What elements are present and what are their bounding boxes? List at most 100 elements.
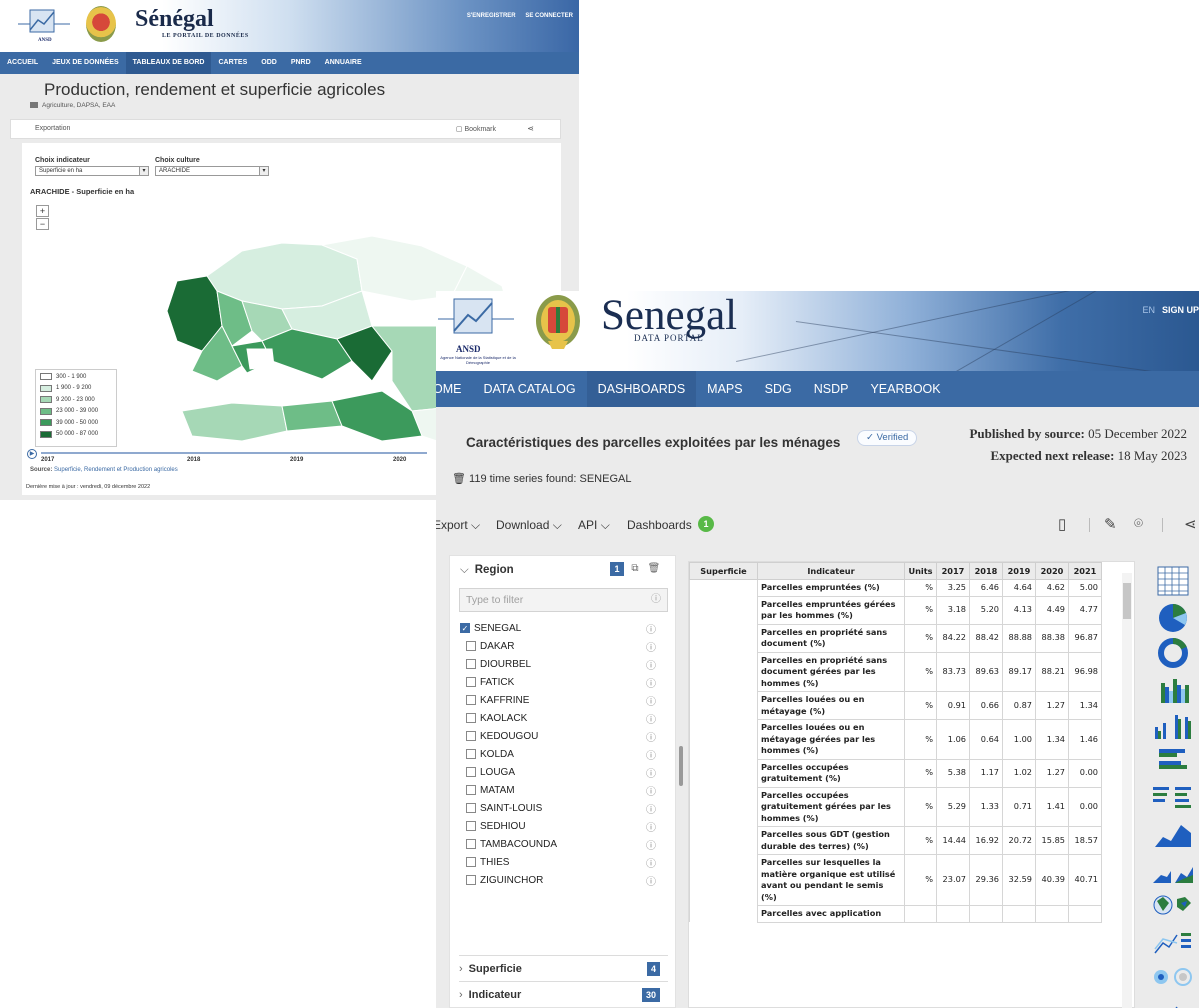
- checkbox[interactable]: [466, 749, 476, 759]
- timeline-year[interactable]: 2017: [41, 457, 54, 463]
- nav-annuaire[interactable]: ANNUAIRE: [318, 52, 369, 74]
- value-cell[interactable]: 15.85: [1035, 826, 1069, 855]
- nav-accueil[interactable]: ACCUEIL: [0, 52, 45, 74]
- checkbox[interactable]: [466, 875, 476, 885]
- nav-nsdp[interactable]: NSDP: [803, 371, 860, 407]
- value-cell[interactable]: 1.02: [1002, 758, 1036, 788]
- nav-home[interactable]: OME: [436, 371, 472, 407]
- info-icon[interactable]: ⓘ: [646, 657, 656, 672]
- info-icon[interactable]: ⓘ: [646, 765, 656, 780]
- region-option-tambacounda[interactable]: TAMBACOUNDA ⓘ: [460, 835, 660, 853]
- play-icon[interactable]: ▶: [27, 449, 37, 459]
- value-cell[interactable]: 4.77: [1068, 595, 1102, 625]
- value-cell[interactable]: [936, 905, 970, 923]
- info-icon[interactable]: ⓘ: [646, 747, 656, 762]
- info-icon[interactable]: ⓘ: [651, 589, 661, 611]
- edit-icon[interactable]: ✎: [1104, 515, 1117, 533]
- bookmark-button[interactable]: ▢ Bookmark: [456, 125, 496, 133]
- info-icon[interactable]: ⓘ: [646, 837, 656, 852]
- region-option-fatick[interactable]: FATICK ⓘ: [460, 673, 660, 691]
- value-cell[interactable]: 14.44: [936, 826, 970, 855]
- value-cell[interactable]: 1.06: [936, 719, 970, 760]
- nav-sdg[interactable]: SDG: [754, 371, 803, 407]
- register-link[interactable]: S'ENREGISTRER: [467, 13, 516, 19]
- year-timeline[interactable]: ▶ 2017 2018 2019 2020: [27, 449, 427, 467]
- value-cell[interactable]: 5.20: [969, 595, 1003, 625]
- checkbox[interactable]: [466, 803, 476, 813]
- value-cell[interactable]: 18.57: [1068, 826, 1102, 855]
- info-icon[interactable]: ⓘ: [646, 621, 656, 636]
- value-cell[interactable]: 0.71: [1002, 786, 1036, 827]
- superficie-group[interactable]: › Superficie 4: [459, 955, 668, 981]
- value-cell[interactable]: 1.27: [1035, 758, 1069, 788]
- multi-area-chart-icon[interactable]: [1153, 853, 1193, 885]
- col-header[interactable]: 2017: [936, 562, 970, 580]
- checkbox[interactable]: [466, 785, 476, 795]
- info-icon[interactable]: ⓘ: [646, 729, 656, 744]
- download-menu[interactable]: Download ⌵: [496, 518, 562, 533]
- value-cell[interactable]: 88.42: [969, 623, 1003, 653]
- value-cell[interactable]: 4.64: [1002, 579, 1036, 597]
- nav-jeux-de-donnees[interactable]: JEUX DE DONNÉES: [45, 52, 126, 74]
- scatter-icon[interactable]: [1153, 961, 1193, 993]
- value-cell[interactable]: 6.46: [969, 579, 1003, 597]
- region-filter-input[interactable]: Type to filter ⓘ: [459, 588, 668, 612]
- region-option-ziguinchor[interactable]: ZIGUINCHOR ⓘ: [460, 871, 660, 889]
- line-chart-icon[interactable]: [1153, 925, 1193, 957]
- checkbox[interactable]: [466, 767, 476, 777]
- value-cell[interactable]: 4.13: [1002, 595, 1036, 625]
- nav-yearbook[interactable]: YEARBOOK: [859, 371, 951, 407]
- checkbox[interactable]: [466, 839, 476, 849]
- col-header[interactable]: Units: [904, 562, 937, 580]
- checkbox[interactable]: [466, 821, 476, 831]
- value-cell[interactable]: 1.00: [1002, 719, 1036, 760]
- nav-tableaux-de-bord[interactable]: TABLEAUX DE BORD: [125, 52, 212, 74]
- value-cell[interactable]: 5.00: [1068, 579, 1102, 597]
- table-icon[interactable]: [1153, 565, 1193, 597]
- col-header[interactable]: Superficie: [689, 562, 758, 580]
- filter-scrollbar[interactable]: [679, 746, 683, 786]
- region-option-thies[interactable]: THIES ⓘ: [460, 853, 660, 871]
- info-icon[interactable]: ⓘ: [646, 711, 656, 726]
- map-icon[interactable]: [1153, 889, 1193, 921]
- checkbox[interactable]: [466, 731, 476, 741]
- value-cell[interactable]: 88.21: [1035, 651, 1069, 692]
- nav-maps[interactable]: MAPS: [696, 371, 753, 407]
- region-option-kedougou[interactable]: KEDOUGOU ⓘ: [460, 727, 660, 745]
- info-icon[interactable]: ⓘ: [646, 693, 656, 708]
- export-button[interactable]: Exportation: [35, 125, 70, 132]
- value-cell[interactable]: [969, 905, 1003, 923]
- value-cell[interactable]: 1.34: [1068, 691, 1102, 720]
- dashboards-link[interactable]: Dashboards: [627, 518, 692, 532]
- value-cell[interactable]: 3.25: [936, 579, 970, 597]
- sparkline-icon[interactable]: [1153, 995, 1193, 1008]
- login-link[interactable]: SE CONNECTER: [525, 13, 573, 19]
- value-cell[interactable]: 32.59: [1002, 854, 1036, 906]
- bookmark-icon[interactable]: ▯: [1058, 515, 1066, 533]
- region-option-kaolack[interactable]: KAOLACK ⓘ: [460, 709, 660, 727]
- value-cell[interactable]: 5.29: [936, 786, 970, 827]
- source-link[interactable]: Superficie, Rendement et Production agri…: [54, 467, 178, 473]
- table-scrollbar[interactable]: [1122, 573, 1132, 1008]
- nav-odd[interactable]: ODD: [254, 52, 284, 74]
- value-cell[interactable]: 84.22: [936, 623, 970, 653]
- region-option-dakar[interactable]: DAKAR ⓘ: [460, 637, 660, 655]
- bar-chart-icon[interactable]: [1153, 745, 1193, 777]
- timeline-year[interactable]: 2019: [290, 457, 303, 463]
- nav-cartes[interactable]: CARTES: [211, 52, 254, 74]
- value-cell[interactable]: 40.71: [1068, 854, 1102, 906]
- share-icon[interactable]: ⋖: [1184, 515, 1197, 533]
- culture-select[interactable]: ARACHIDE: [155, 166, 269, 176]
- checkbox[interactable]: [466, 641, 476, 651]
- value-cell[interactable]: 0.00: [1068, 758, 1102, 788]
- region-option-louga[interactable]: LOUGA ⓘ: [460, 763, 660, 781]
- info-icon[interactable]: ⓘ: [646, 801, 656, 816]
- region-header[interactable]: ⌵ Region: [460, 564, 514, 577]
- checkbox[interactable]: ✓: [460, 623, 470, 633]
- col-header[interactable]: 2021: [1068, 562, 1102, 580]
- nav-pnrd[interactable]: PNRD: [284, 52, 318, 74]
- column-chart-icon[interactable]: [1153, 673, 1193, 705]
- info-icon[interactable]: ⓘ: [646, 855, 656, 870]
- value-cell[interactable]: 16.92: [969, 826, 1003, 855]
- value-cell[interactable]: 1.46: [1068, 719, 1102, 760]
